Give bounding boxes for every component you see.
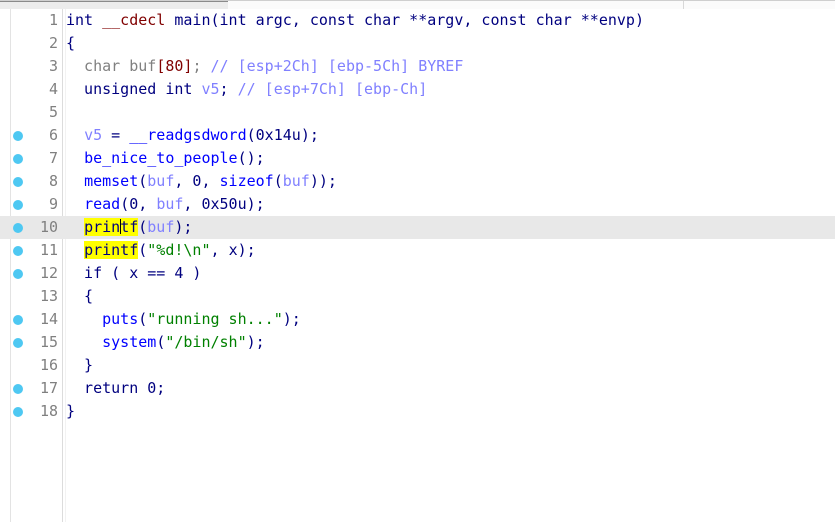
line-number: 8 [48,172,58,190]
line-content[interactable]: puts("running sh..."); [66,308,301,331]
line-content[interactable]: printf(buf); [66,216,192,239]
line-number: 13 [39,287,58,305]
code-line[interactable]: 13 { [0,285,835,308]
line-number: 4 [48,80,58,98]
code-line[interactable]: 9 read(0, buf, 0x50u); [0,193,835,216]
code-line[interactable]: 2 { [0,32,835,55]
line-content[interactable]: int __cdecl main(int argc, const char **… [66,9,644,32]
line-number: 3 [48,57,58,75]
line-content[interactable]: { [66,32,75,55]
code-line[interactable]: 11 printf("%d!\n", x); [0,239,835,262]
line-number: 9 [48,195,58,213]
line-content[interactable]: v5 = __readgsdword(0x14u); [66,124,319,147]
code-line[interactable]: 18 } [0,400,835,423]
line-content[interactable]: system("/bin/sh"); [66,331,265,354]
code-line[interactable]: 1 int __cdecl main(int argc, const char … [0,9,835,32]
code-line[interactable]: 6 v5 = __readgsdword(0x14u); [0,124,835,147]
search-match-highlight[interactable]: printf [84,218,139,236]
line-number: 14 [39,310,58,328]
line-number: 5 [48,103,58,121]
code-line[interactable]: 15 system("/bin/sh"); [0,331,835,354]
line-number: 15 [39,333,58,351]
line-content[interactable]: } [66,354,93,377]
search-match-highlight[interactable]: printf [84,241,139,259]
line-number: 17 [39,379,58,397]
line-number: 6 [48,126,58,144]
line-content[interactable]: } [66,400,75,423]
line-content[interactable]: memset(buf, 0, sizeof(buf)); [66,170,337,193]
code-line[interactable]: 8 memset(buf, 0, sizeof(buf)); [0,170,835,193]
line-number: 11 [39,241,58,259]
line-content[interactable]: read(0, buf, 0x50u); [66,193,265,216]
line-number: 12 [39,264,58,282]
line-number: 16 [39,356,58,374]
code-line[interactable]: 17 return 0; [0,377,835,400]
line-number: 7 [48,149,58,167]
pseudocode-editor[interactable]: 1 int __cdecl main(int argc, const char … [0,9,835,522]
horizontal-scroll-thumb[interactable] [0,1,228,9]
horizontal-scrollbar[interactable] [0,0,835,9]
line-content[interactable]: { [66,285,93,308]
code-line-current[interactable]: 10 printf(buf); [0,216,835,239]
line-number: 18 [39,402,58,420]
line-content[interactable]: if ( x == 4 ) [66,262,201,285]
code-line[interactable]: 12 if ( x == 4 ) [0,262,835,285]
code-line[interactable]: 5 [0,101,835,124]
code-line[interactable]: 4 unsigned int v5; // [esp+7Ch] [ebp-Ch] [0,78,835,101]
line-content[interactable]: printf("%d!\n", x); [66,239,256,262]
line-number: 1 [48,11,58,29]
line-content[interactable]: unsigned int v5; // [esp+7Ch] [ebp-Ch] [66,78,427,101]
code-line[interactable]: 7 be_nice_to_people(); [0,147,835,170]
line-number: 2 [48,34,58,52]
code-line[interactable]: 14 puts("running sh..."); [0,308,835,331]
code-line[interactable]: 3 char buf[80]; // [esp+2Ch] [ebp-5Ch] B… [0,55,835,78]
line-content[interactable]: char buf[80]; // [esp+2Ch] [ebp-5Ch] BYR… [66,55,463,78]
code-line[interactable]: 16 } [0,354,835,377]
line-content[interactable]: be_nice_to_people(); [66,147,265,170]
scrollbar-tick [683,1,684,9]
line-number: 10 [39,218,58,236]
line-content[interactable]: return 0; [66,377,165,400]
text-caret [119,219,121,234]
